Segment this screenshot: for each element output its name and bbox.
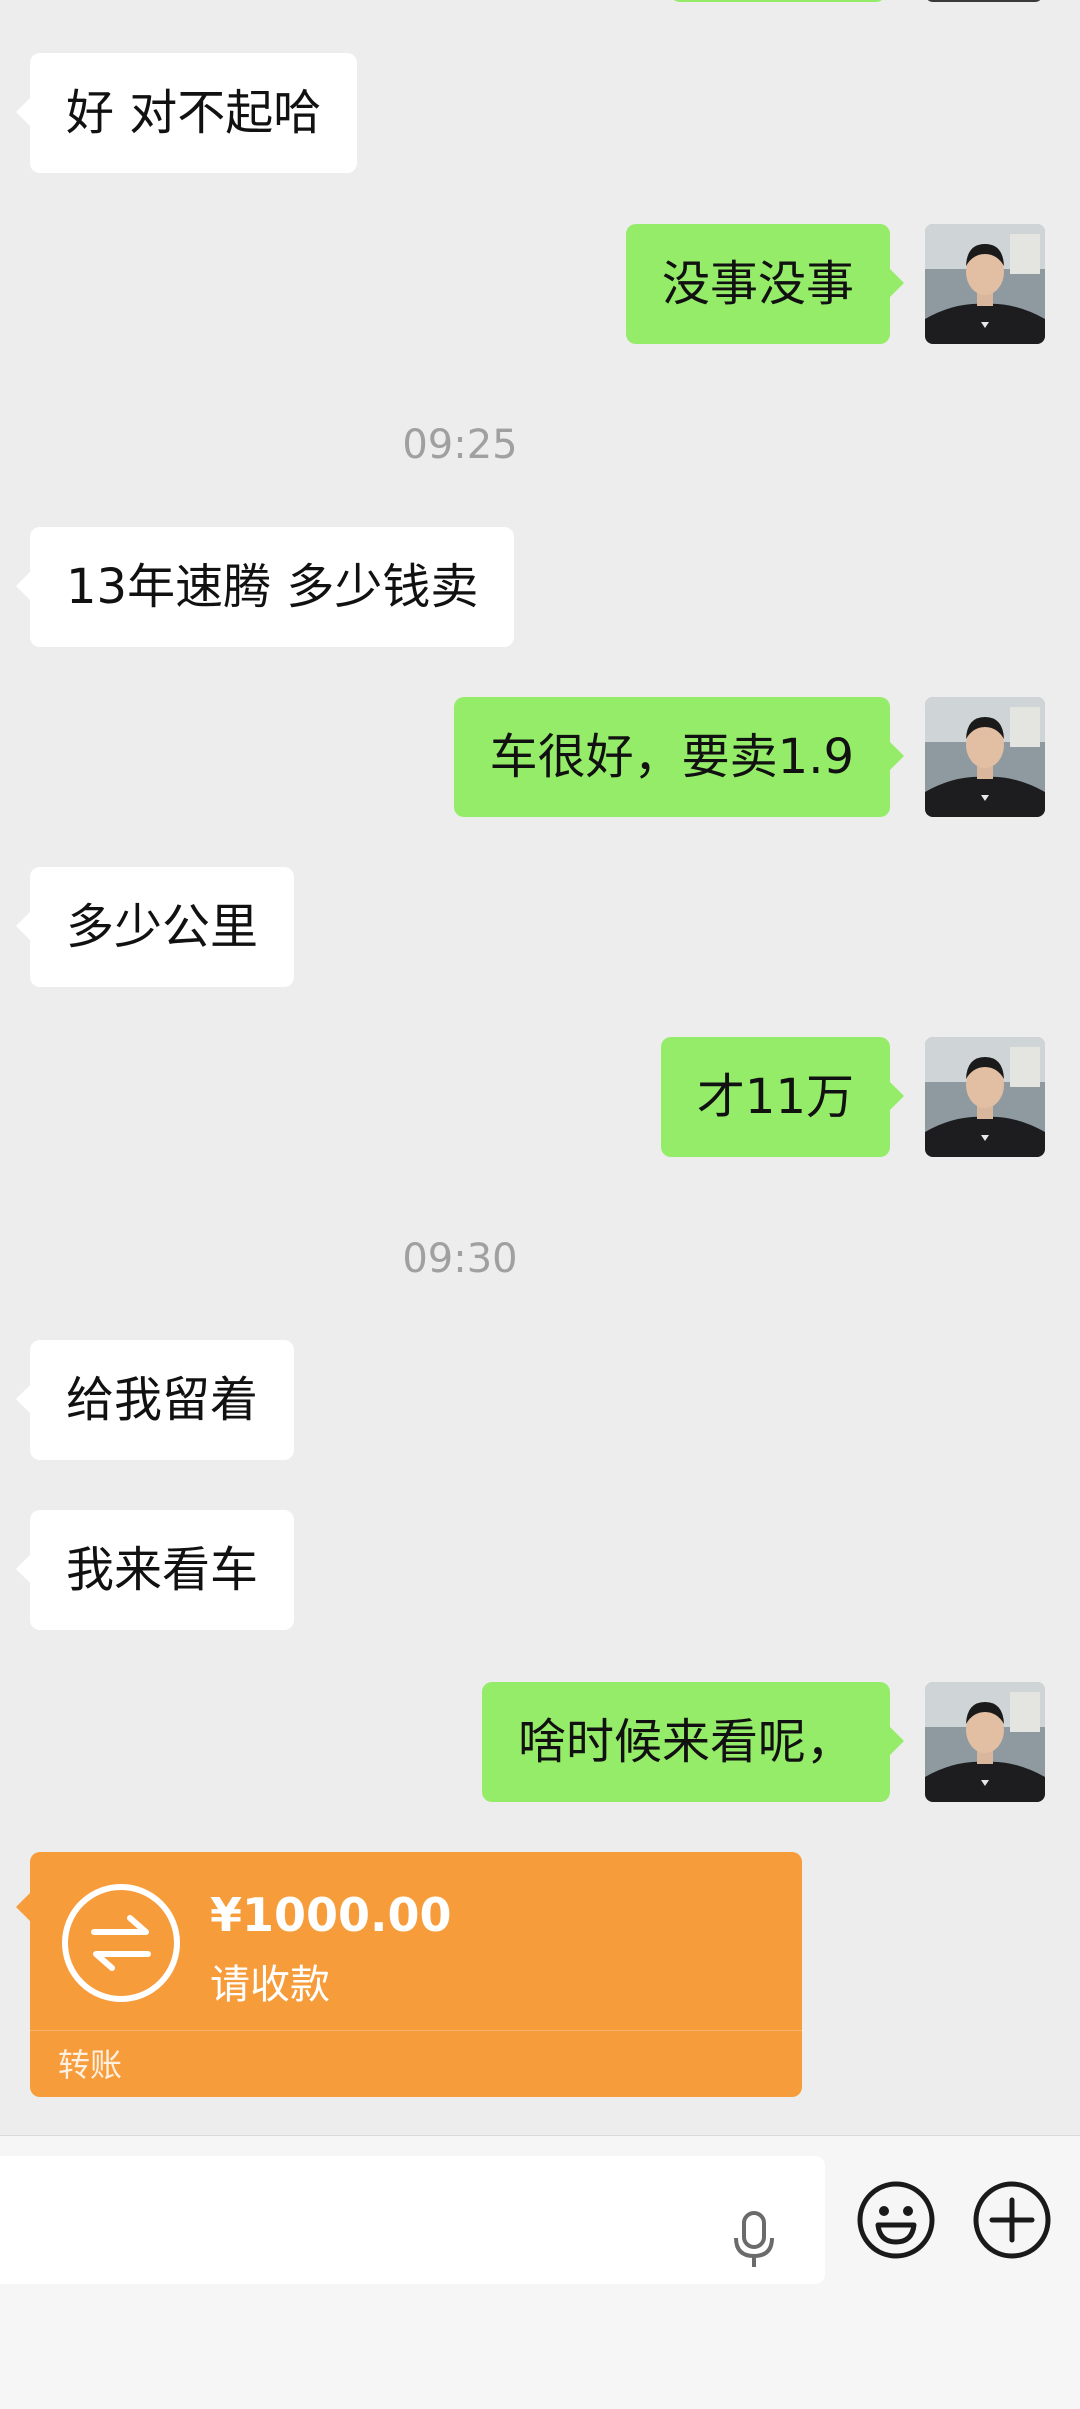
message-bubble-incoming[interactable]: 好 对不起哈 <box>15 53 358 173</box>
message-bubble-incoming[interactable]: 多少公里 <box>15 867 295 987</box>
avatar-partial[interactable] <box>925 0 1043 2</box>
avatar[interactable] <box>925 1682 1045 1802</box>
message-bubble-outgoing[interactable]: 车很好，要卖1.9 <box>453 697 905 817</box>
avatar[interactable] <box>925 1037 1045 1157</box>
timestamp: 09:25 <box>402 422 518 468</box>
transfer-card[interactable]: ¥1000.00 请收款 转账 <box>16 1852 802 2097</box>
avatar[interactable] <box>925 224 1045 344</box>
transfer-note: 请收款 <box>210 1962 330 2008</box>
transfer-label: 转账 <box>58 2046 123 2084</box>
avatar-photo <box>925 1037 1045 1157</box>
message-bubble-incoming[interactable]: 我来看车 <box>15 1510 295 1630</box>
divider <box>30 2030 802 2031</box>
input-bar <box>0 2135 1080 2409</box>
message-bubble-incoming[interactable]: 给我留着 <box>15 1340 295 1460</box>
microphone-icon[interactable] <box>730 2210 778 2270</box>
message-bubble-incoming[interactable]: 13年速腾 多少钱卖 <box>15 527 515 647</box>
emoji-icon[interactable] <box>856 2180 936 2260</box>
message-bubble-partial[interactable] <box>670 0 886 2</box>
avatar-photo <box>925 224 1045 344</box>
message-bubble-outgoing[interactable]: 才11万 <box>660 1037 905 1157</box>
transfer-amount: ¥1000.00 <box>210 1888 452 1942</box>
plus-icon[interactable] <box>972 2180 1052 2260</box>
avatar-photo <box>925 697 1045 817</box>
timestamp: 09:30 <box>402 1236 518 1282</box>
chat-area[interactable]: 好 对不起哈 没事没事 09:25 13年速腾 多少钱卖 车很好，要卖1.9 多… <box>0 0 1080 2135</box>
message-input[interactable] <box>0 2156 825 2284</box>
avatar-photo <box>925 1682 1045 1802</box>
message-bubble-outgoing[interactable]: 没事没事 <box>625 224 905 344</box>
avatar[interactable] <box>925 697 1045 817</box>
message-bubble-outgoing[interactable]: 啥时候来看呢， <box>481 1682 905 1802</box>
transfer-icon <box>62 1884 180 2002</box>
